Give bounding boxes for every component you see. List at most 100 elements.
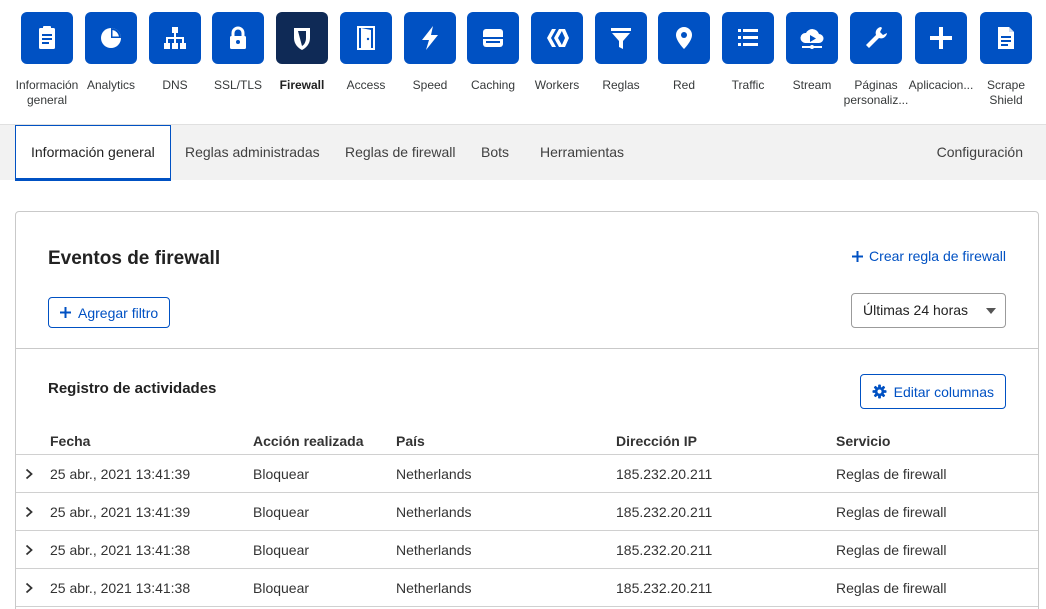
app-nav-label: Información general — [15, 78, 79, 107]
chevron-right-icon[interactable] — [24, 468, 34, 480]
cell-date: 25 abr., 2021 13:41:38 — [50, 580, 191, 596]
app-nav-label: Analytics — [86, 78, 136, 92]
tab-bots[interactable]: Bots — [481, 125, 509, 181]
table-row[interactable]: 25 abr., 2021 13:41:38 Bloquear Netherla… — [16, 569, 1038, 607]
server-icon — [467, 12, 519, 64]
cell-service: Reglas de firewall — [836, 580, 947, 596]
cell-service: Reglas de firewall — [836, 466, 947, 482]
app-nav-workers[interactable]: Workers — [522, 12, 592, 93]
cell-date: 25 abr., 2021 13:41:38 — [50, 542, 191, 558]
tab-firewall-rules[interactable]: Reglas de firewall — [345, 125, 456, 181]
cell-ip: 185.232.20.211 — [616, 466, 713, 482]
app-nav-stream[interactable]: Stream — [777, 12, 847, 93]
cloud-play-icon — [786, 12, 838, 64]
app-nav-label: Firewall — [279, 78, 325, 92]
cell-country: Netherlands — [396, 466, 472, 482]
app-nav-speed[interactable]: Speed — [395, 12, 465, 93]
cell-action: Bloquear — [253, 542, 310, 558]
door-icon — [340, 12, 392, 64]
app-nav-rules[interactable]: Reglas — [586, 12, 656, 93]
gear-icon — [872, 384, 887, 399]
card-title: Eventos de firewall — [48, 248, 221, 269]
workers-icon — [531, 12, 583, 64]
plus-icon — [60, 307, 71, 318]
list-icon — [722, 12, 774, 64]
app-nav-ssl[interactable]: SSL/TLS — [203, 12, 273, 93]
app-nav-label: Scrape Shield — [986, 78, 1026, 107]
document-icon — [980, 12, 1032, 64]
plus-icon — [852, 250, 864, 262]
add-filter-button[interactable]: Agregar filtro — [48, 297, 171, 328]
lightning-icon — [404, 12, 456, 64]
app-nav-analytics[interactable]: Analytics — [76, 12, 146, 93]
activity-log-title: Registro de actividades — [48, 380, 217, 397]
app-nav-apps[interactable]: Aplicacion... — [906, 12, 976, 93]
app-nav-label: Caching — [470, 78, 516, 92]
app-nav-label: Speed — [412, 78, 448, 92]
app-nav-label: Stream — [792, 78, 832, 92]
app-navigation: Información general Analytics DNS SSL/TL… — [0, 0, 1046, 124]
cell-country: Netherlands — [396, 542, 472, 558]
cell-country: Netherlands — [396, 504, 472, 520]
cell-action: Bloquear — [253, 580, 310, 596]
time-range-value: Últimas 24 horas — [863, 302, 969, 318]
app-nav-label: SSL/TLS — [213, 78, 263, 92]
activity-log-table: Fecha Acción realizada País Dirección IP… — [16, 428, 1038, 607]
create-firewall-rule-link[interactable]: Crear regla de firewall — [852, 248, 1006, 264]
create-rule-label: Crear regla de firewall — [869, 248, 1006, 264]
cell-service: Reglas de firewall — [836, 504, 947, 520]
table-row[interactable]: 25 abr., 2021 13:41:38 Bloquear Netherla… — [16, 531, 1038, 569]
chevron-right-icon[interactable] — [24, 582, 34, 594]
lock-icon — [212, 12, 264, 64]
cell-ip: 185.232.20.211 — [616, 580, 713, 596]
chevron-right-icon[interactable] — [24, 544, 34, 556]
app-nav-traffic[interactable]: Traffic — [713, 12, 783, 93]
app-nav-firewall[interactable]: Firewall — [267, 12, 337, 93]
app-nav-overview[interactable]: Información general — [12, 12, 82, 108]
app-nav-scrape-shield[interactable]: Scrape Shield — [971, 12, 1041, 108]
table-row[interactable]: 25 abr., 2021 13:41:39 Bloquear Netherla… — [16, 493, 1038, 531]
shield-icon — [276, 12, 328, 64]
cell-action: Bloquear — [253, 466, 310, 482]
tab-settings[interactable]: Configuración — [937, 125, 1023, 181]
app-nav-access[interactable]: Access — [331, 12, 401, 93]
table-header: Fecha Acción realizada País Dirección IP… — [16, 428, 1038, 455]
cell-country: Netherlands — [396, 580, 472, 596]
app-nav-label: Aplicacion... — [908, 78, 974, 92]
firewall-events-card: Eventos de firewall Crear regla de firew… — [15, 211, 1039, 609]
time-range-select[interactable]: Últimas 24 horas — [851, 293, 1006, 328]
filter-icon — [595, 12, 647, 64]
app-nav-dns[interactable]: DNS — [140, 12, 210, 93]
column-header-date: Fecha — [50, 433, 91, 449]
cell-date: 25 abr., 2021 13:41:39 — [50, 504, 191, 520]
divider — [16, 348, 1038, 349]
app-nav-label: Workers — [534, 78, 580, 92]
tab-overview[interactable]: Información general — [15, 125, 171, 181]
cell-service: Reglas de firewall — [836, 542, 947, 558]
table-row[interactable]: 25 abr., 2021 13:41:39 Bloquear Netherla… — [16, 455, 1038, 493]
app-nav-label: Access — [346, 78, 386, 92]
cell-date: 25 abr., 2021 13:41:39 — [50, 466, 191, 482]
wrench-icon — [850, 12, 902, 64]
edit-columns-button[interactable]: Editar columnas — [859, 374, 1006, 409]
column-header-country: País — [396, 433, 425, 449]
app-nav-custom-pages[interactable]: Páginas personaliz... — [841, 12, 911, 108]
edit-columns-label: Editar columnas — [893, 383, 994, 400]
column-header-ip: Dirección IP — [616, 433, 697, 449]
tab-tools[interactable]: Herramientas — [540, 125, 624, 181]
app-nav-label: DNS — [162, 78, 188, 92]
tab-managed-rules[interactable]: Reglas administradas — [185, 125, 320, 181]
network-icon — [149, 12, 201, 64]
app-nav-network[interactable]: Red — [649, 12, 719, 93]
plus-icon — [915, 12, 967, 64]
cell-ip: 185.232.20.211 — [616, 542, 713, 558]
app-nav-label: Traffic — [731, 78, 765, 92]
chevron-right-icon[interactable] — [24, 506, 34, 518]
app-nav-label: Red — [672, 78, 695, 92]
app-nav-caching[interactable]: Caching — [458, 12, 528, 93]
chevron-down-icon — [986, 308, 996, 314]
firewall-sub-tabs: Información general Reglas administradas… — [0, 124, 1046, 181]
add-filter-label: Agregar filtro — [78, 304, 159, 321]
app-nav-label: Reglas — [602, 78, 640, 92]
pie-chart-icon — [85, 12, 137, 64]
